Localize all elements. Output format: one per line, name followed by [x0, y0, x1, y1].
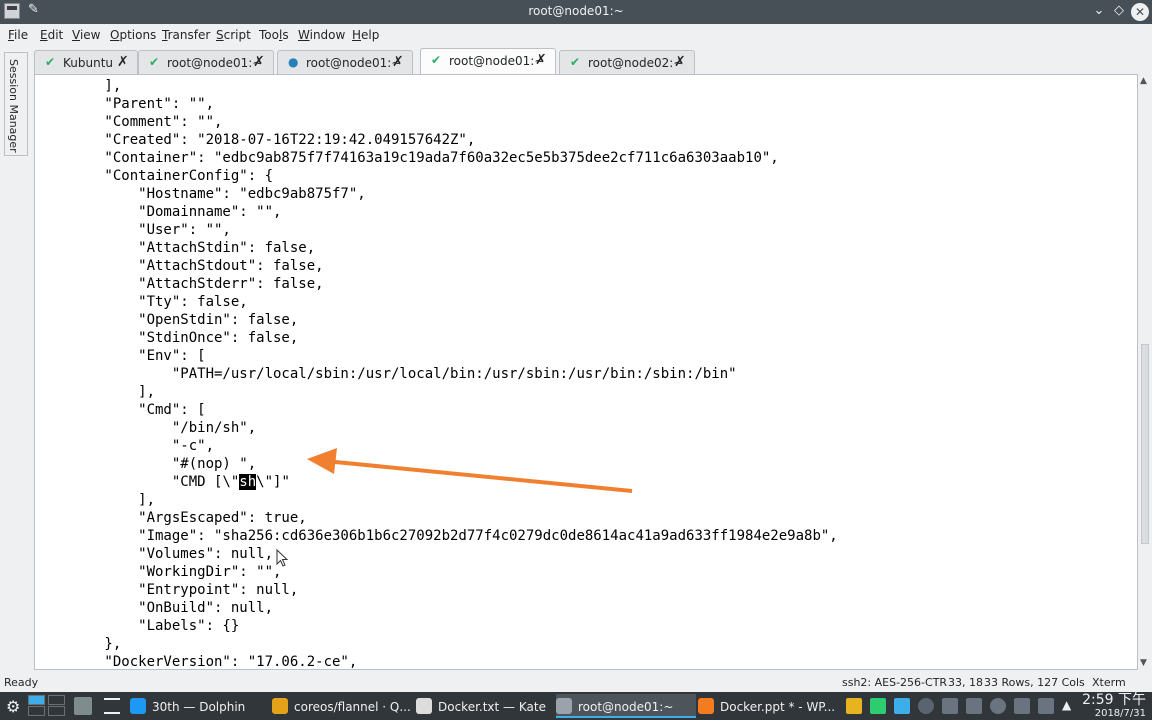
- tab-3[interactable]: ● root@node01:~ ✗: [277, 50, 413, 74]
- desktop-pager-4[interactable]: [48, 706, 65, 716]
- tab-bar: ✔ Kubuntu ✗ ✔ root@node01:~ ✗ ● root@node01:~ ✗ ✔…: [34, 48, 1152, 75]
- status-term-type: Xterm: [1092, 676, 1126, 689]
- tab-close-icon[interactable]: ✗: [253, 54, 265, 70]
- taskbar-task[interactable]: coreos/flannel · Q...: [272, 694, 412, 718]
- tray-network-icon[interactable]: [990, 698, 1006, 714]
- clock-date: 2018/7/31: [1094, 708, 1146, 719]
- task-app-icon: [556, 698, 572, 714]
- menu-bar: File Edit View Options Transfer Script Tools Wi…: [0, 24, 1152, 46]
- maximize-icon[interactable]: ◇: [1110, 2, 1128, 20]
- taskbar-task[interactable]: Docker.ppt * - WP...: [698, 694, 838, 718]
- tray-app-icon[interactable]: [846, 698, 862, 714]
- menu-edit[interactable]: Edit: [40, 28, 63, 42]
- app-launcher-icon[interactable]: ⚙: [6, 697, 20, 716]
- mouse-cursor-icon: [276, 549, 289, 567]
- tray-app-icon-2[interactable]: [870, 698, 886, 714]
- tray-bluetooth-icon[interactable]: [894, 698, 910, 714]
- status-bar: Ready ssh2: AES-256-CTR 33, 18 33 Rows, …: [0, 672, 1152, 692]
- desktop-pager-1[interactable]: [28, 695, 45, 705]
- menu-script[interactable]: Script: [216, 28, 251, 42]
- menu-file[interactable]: File: [8, 28, 28, 42]
- menu-tools[interactable]: Tools: [259, 28, 289, 42]
- connected-check-icon: ✔: [570, 55, 581, 69]
- tray-display-icon[interactable]: [966, 698, 982, 714]
- task-label: 30th — Dolphin: [152, 700, 246, 714]
- scroll-down-icon[interactable]: ▼: [1140, 658, 1147, 668]
- close-icon[interactable]: ✕: [1131, 3, 1149, 21]
- session-manager-tab[interactable]: Session Manager: [4, 52, 28, 156]
- title-bar: ✎ root@node01:~ ⌄ ◇ ✕: [0, 0, 1152, 24]
- tab-5[interactable]: ✔ root@node02:~ ✗: [559, 50, 695, 74]
- window-title: root@node01:~: [528, 4, 624, 18]
- tray-battery-icon[interactable]: [1038, 698, 1054, 714]
- taskbar-task[interactable]: Docker.txt — Kate: [416, 694, 556, 718]
- menu-view[interactable]: View: [72, 28, 100, 42]
- task-label: Docker.txt — Kate: [438, 700, 546, 714]
- connected-check-icon: ✔: [149, 55, 160, 69]
- tab-close-icon[interactable]: ✗: [674, 54, 686, 70]
- tab-label: root@node01:~: [449, 54, 545, 68]
- minimize-icon[interactable]: ⌄: [1090, 2, 1108, 20]
- scroll-up-icon[interactable]: ▲: [1140, 76, 1147, 86]
- tray-volume-icon[interactable]: [1014, 698, 1030, 714]
- task-app-icon: [416, 698, 432, 714]
- tab-close-icon[interactable]: ✗: [117, 54, 129, 70]
- menu-transfer[interactable]: Transfer: [162, 28, 210, 42]
- tray-keyboard-icon[interactable]: [942, 698, 958, 714]
- menu-options[interactable]: Options: [110, 28, 156, 42]
- connected-check-icon: ✔: [45, 55, 56, 69]
- annotation-arrow: [307, 448, 633, 493]
- tab-close-icon[interactable]: ✗: [535, 52, 547, 68]
- tab-label: root@node01:~: [306, 56, 402, 70]
- task-app-icon: [698, 698, 714, 714]
- task-app-icon: [272, 698, 288, 714]
- tab-2[interactable]: ✔ root@node01:~ ✗: [138, 50, 274, 74]
- tray-clipboard-icon[interactable]: [918, 698, 934, 714]
- taskbar-task[interactable]: 30th — Dolphin: [130, 694, 266, 718]
- desktop-pager-2[interactable]: [48, 695, 65, 705]
- session-manager-label: Session Manager: [7, 59, 20, 153]
- task-label: Docker.ppt * - WP...: [720, 700, 836, 714]
- info-status-icon: ●: [288, 55, 299, 69]
- taskbar-task[interactable]: root@node01:~: [556, 694, 696, 718]
- status-size: 33 Rows, 127 Cols: [984, 676, 1085, 689]
- task-app-icon: [130, 698, 146, 714]
- task-label: root@node01:~: [578, 700, 674, 714]
- tray-expand-icon[interactable]: ▲: [1062, 698, 1071, 712]
- terminal-scrollbar[interactable]: ▲ ▼: [1138, 74, 1152, 670]
- status-cipher: ssh2: AES-256-CTR: [842, 676, 948, 689]
- task-label: coreos/flannel · Q...: [294, 700, 411, 714]
- menu-window[interactable]: Window: [298, 28, 345, 42]
- clock[interactable]: 2:59 下午 2018/7/31: [1080, 692, 1146, 719]
- tab-label: Kubuntu: [63, 56, 114, 70]
- desktop-pager-3[interactable]: [28, 706, 45, 716]
- tab-4[interactable]: ✔ root@node01:~ ✗: [420, 48, 556, 75]
- clock-time: 2:59 下午: [1082, 692, 1146, 708]
- status-cursor: 33, 18: [948, 676, 983, 689]
- status-ready: Ready: [4, 676, 39, 689]
- window-list-icon[interactable]: [104, 698, 120, 714]
- tab-1[interactable]: ✔ Kubuntu ✗: [34, 50, 138, 74]
- tab-label: root@node02:~: [588, 56, 684, 70]
- menu-help[interactable]: Help: [352, 28, 379, 42]
- terminal-output[interactable]: ], "Parent": "", "Comment": "", "Created…: [34, 74, 1138, 670]
- tab-label: root@node01:~: [167, 56, 263, 70]
- show-desktop-icon[interactable]: [74, 697, 92, 715]
- scrollbar-thumb[interactable]: [1141, 344, 1149, 544]
- taskbar: ⚙ 30th — Dolphin coreos/flannel · Q... Doc…: [0, 692, 1152, 720]
- tab-close-icon[interactable]: ✗: [392, 54, 404, 70]
- connected-check-icon: ✔: [431, 53, 442, 67]
